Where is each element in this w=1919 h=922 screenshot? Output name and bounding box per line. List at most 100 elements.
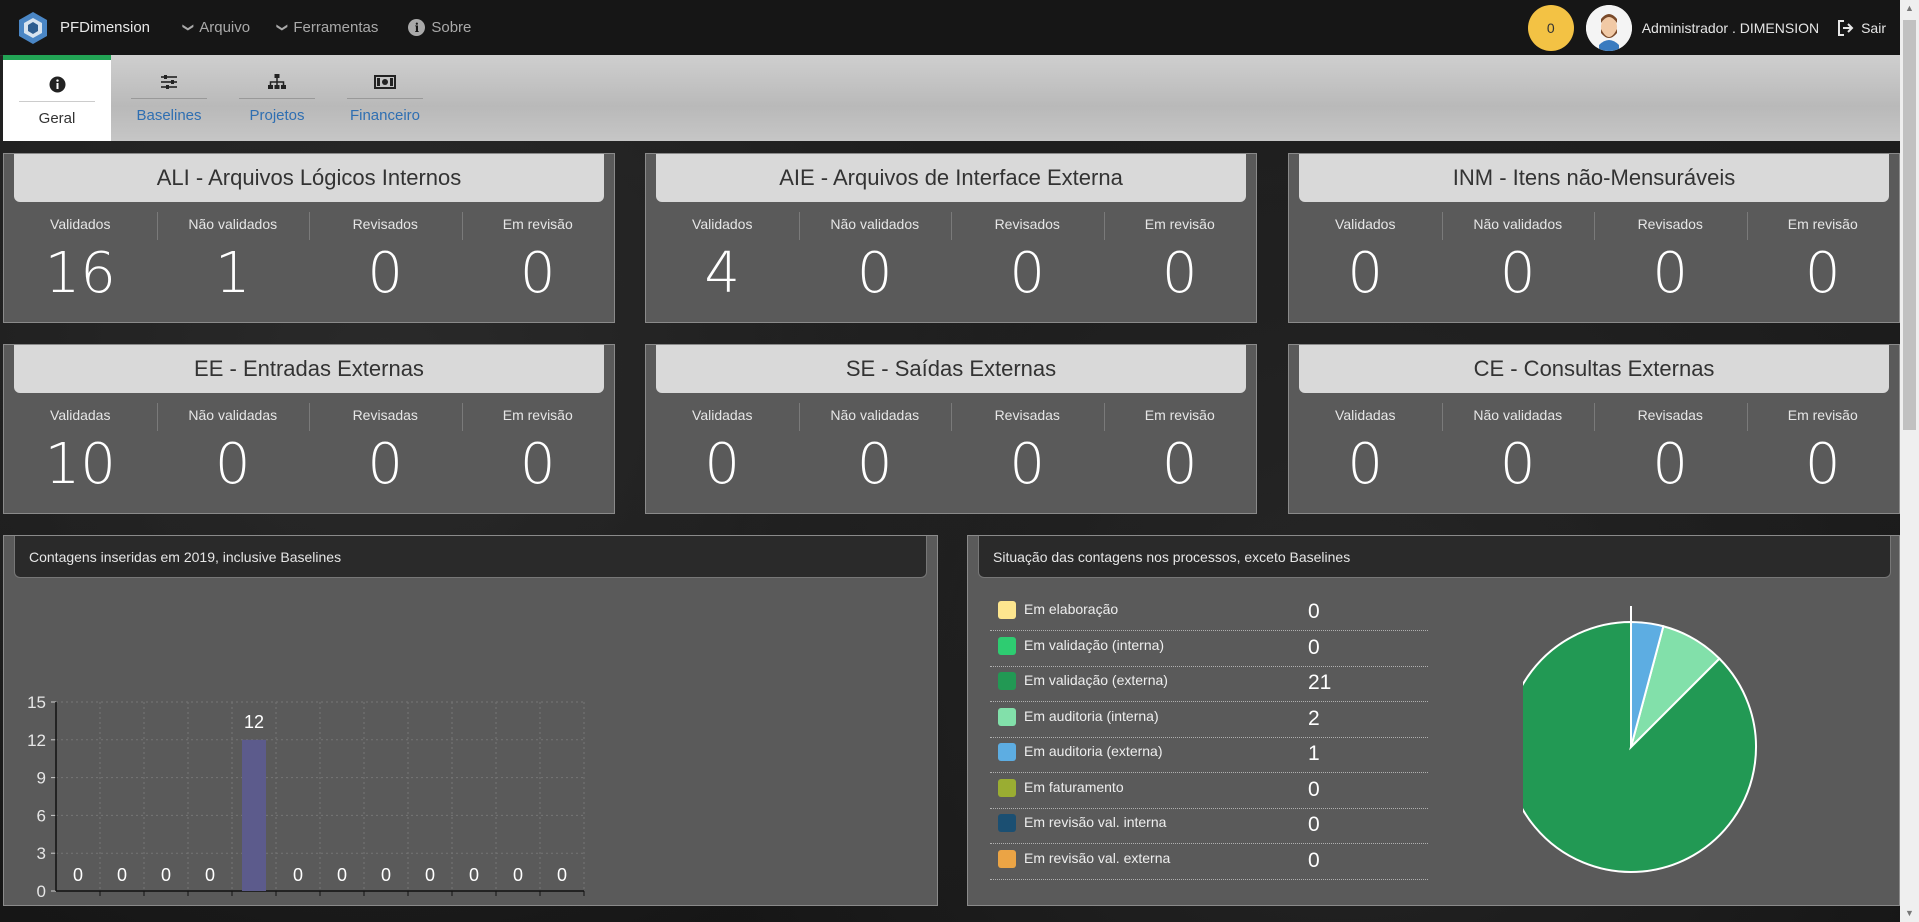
metric-value: 0 [1804, 241, 1841, 306]
user-name[interactable]: Administrador . DIMENSION [1642, 20, 1819, 36]
metric-in-review: Em revisão 0 [461, 212, 615, 312]
metric-value: 0 [1652, 432, 1689, 497]
metric-validated: Validadas 0 [1289, 403, 1442, 503]
legend-row: Em auditoria (interna) 2 [990, 702, 1428, 738]
card-ee: EE - Entradas Externas Validadas 10 Não v… [3, 344, 615, 514]
metric-label: Revisados [994, 216, 1060, 232]
legend-value: 0 [1308, 635, 1320, 659]
metric-label: Em revisão [1144, 216, 1215, 232]
scroll-down-arrow-icon[interactable]: ▼ [1900, 905, 1919, 922]
metric-value: 0 [1499, 432, 1536, 497]
metric-value: 0 [519, 241, 556, 306]
menu-sobre[interactable]: i Sobre [408, 19, 471, 36]
metric-not-validated: Não validados 1 [156, 212, 310, 312]
metric-label: Validados [1335, 216, 1396, 232]
tab-projetos[interactable]: Projetos [223, 55, 331, 141]
metric-label: Não validadas [188, 407, 278, 423]
legend-value: 0 [1308, 813, 1320, 836]
metric-validated: Validadas 10 [4, 403, 157, 503]
metric-value: 4 [704, 241, 741, 306]
metric-value: 0 [214, 432, 251, 497]
legend-value: 2 [1308, 706, 1320, 730]
notification-badge[interactable]: 0 [1527, 4, 1574, 51]
card-ali: ALI - Arquivos Lógicos Internos Validado… [3, 153, 615, 323]
metric-in-review: Em revisão 0 [1103, 212, 1257, 312]
metric-value: 0 [1804, 432, 1841, 497]
scroll-up-arrow-icon[interactable]: ▲ [1900, 0, 1919, 17]
legend-row: Em validação (externa) 21 [990, 666, 1428, 702]
legend-swatch [998, 849, 1016, 868]
metric-value: 0 [856, 432, 893, 497]
chevron-down-icon: ❯ [276, 22, 289, 33]
metric-value: 0 [1652, 241, 1689, 306]
metric-in-review: Em revisão 0 [1746, 403, 1900, 503]
legend-label: Em faturamento [1024, 778, 1124, 795]
metric-value: 0 [1161, 241, 1198, 306]
metric-label: Não validados [1473, 216, 1563, 232]
legend-swatch [998, 743, 1016, 761]
menu-label: Sobre [431, 19, 472, 36]
logout-button[interactable]: Sair [1837, 19, 1886, 36]
legend-swatch [998, 707, 1016, 726]
legend-row: Em faturamento 0 [990, 773, 1428, 809]
bar-value-label: 0 [381, 865, 391, 885]
metric-label: Revisados [1637, 216, 1703, 232]
metric-label: Em revisão [1787, 216, 1858, 232]
metric-not-validated: Não validados 0 [798, 212, 952, 312]
app-brand[interactable]: PFDimension [60, 19, 150, 36]
tab-geral[interactable]: Geral [3, 55, 111, 141]
card-title: EE - Entradas Externas [14, 345, 604, 393]
metric-value: 0 [367, 432, 404, 497]
metric-value: 0 [519, 432, 556, 497]
metric-value: 0 [1499, 241, 1536, 306]
scrollbar-thumb[interactable] [1903, 20, 1916, 430]
top-navbar: PFDimension ❯ Arquivo ❯ Ferramentas i So… [0, 0, 1900, 56]
page-scrollbar[interactable]: ▲ ▼ [1900, 0, 1919, 922]
bar-value-label: 0 [73, 865, 83, 885]
bar [242, 739, 266, 891]
bar-value-label: 0 [205, 865, 215, 885]
sitemap-icon [268, 72, 286, 92]
menu-ferramentas[interactable]: ❯ Ferramentas [276, 19, 379, 36]
metric-label: Validadas [692, 407, 753, 423]
legend-row: Em revisão val. interna 0 [990, 808, 1428, 844]
tab-baselines[interactable]: Baselines [115, 55, 223, 141]
card-inm: INM - Itens não-Mensuráveis Validados 0 N… [1288, 153, 1900, 323]
metric-validated: Validadas 0 [646, 403, 799, 503]
legend-value: 1 [1308, 742, 1320, 765]
metric-label: Em revisão [502, 216, 573, 232]
y-tick-label: 6 [37, 806, 46, 825]
panel-title: Contagens inseridas em 2019, inclusive B… [14, 536, 927, 578]
legend-row: Em elaboração 0 [990, 595, 1428, 631]
card-title: INM - Itens não-Mensuráveis [1299, 154, 1889, 202]
metric-label: Em revisão [1787, 407, 1858, 423]
legend-swatch [998, 778, 1016, 797]
avatar[interactable] [1585, 4, 1632, 51]
y-tick-label: 0 [37, 882, 46, 901]
money-icon [374, 72, 396, 92]
dashboard-tabs: Geral Baselines Projetos Financeiro [3, 55, 1900, 141]
legend-row: Em revisão val. externa 0 [990, 844, 1428, 880]
bar-value-label: 0 [293, 865, 303, 885]
tab-divider [131, 98, 207, 99]
tab-label: Financeiro [349, 107, 421, 124]
tab-financeiro[interactable]: Financeiro [331, 55, 439, 141]
menu-label: Ferramentas [293, 19, 379, 36]
y-tick-label: 9 [37, 769, 46, 788]
metric-reviewed: Revisadas 0 [951, 403, 1104, 503]
tab-label: Geral [38, 109, 76, 127]
logout-label: Sair [1861, 19, 1886, 36]
menu-arquivo[interactable]: ❯ Arquivo [182, 19, 250, 36]
status-panel: Situação das contagens nos processos, ex… [967, 535, 1900, 906]
card-title: ALI - Arquivos Lógicos Internos [14, 154, 604, 202]
legend-value: 0 [1308, 600, 1320, 623]
app-logo-icon[interactable] [14, 9, 52, 47]
metric-label: Não validadas [830, 407, 920, 423]
card-title: CE - Consultas Externas [1299, 345, 1889, 393]
tab-divider [347, 98, 423, 99]
y-tick-label: 15 [27, 693, 46, 712]
metric-value: 0 [1347, 432, 1384, 497]
metric-reviewed: Revisadas 0 [309, 403, 462, 503]
metric-in-review: Em revisão 0 [1746, 212, 1900, 312]
metric-validated: Validados 16 [4, 212, 157, 312]
